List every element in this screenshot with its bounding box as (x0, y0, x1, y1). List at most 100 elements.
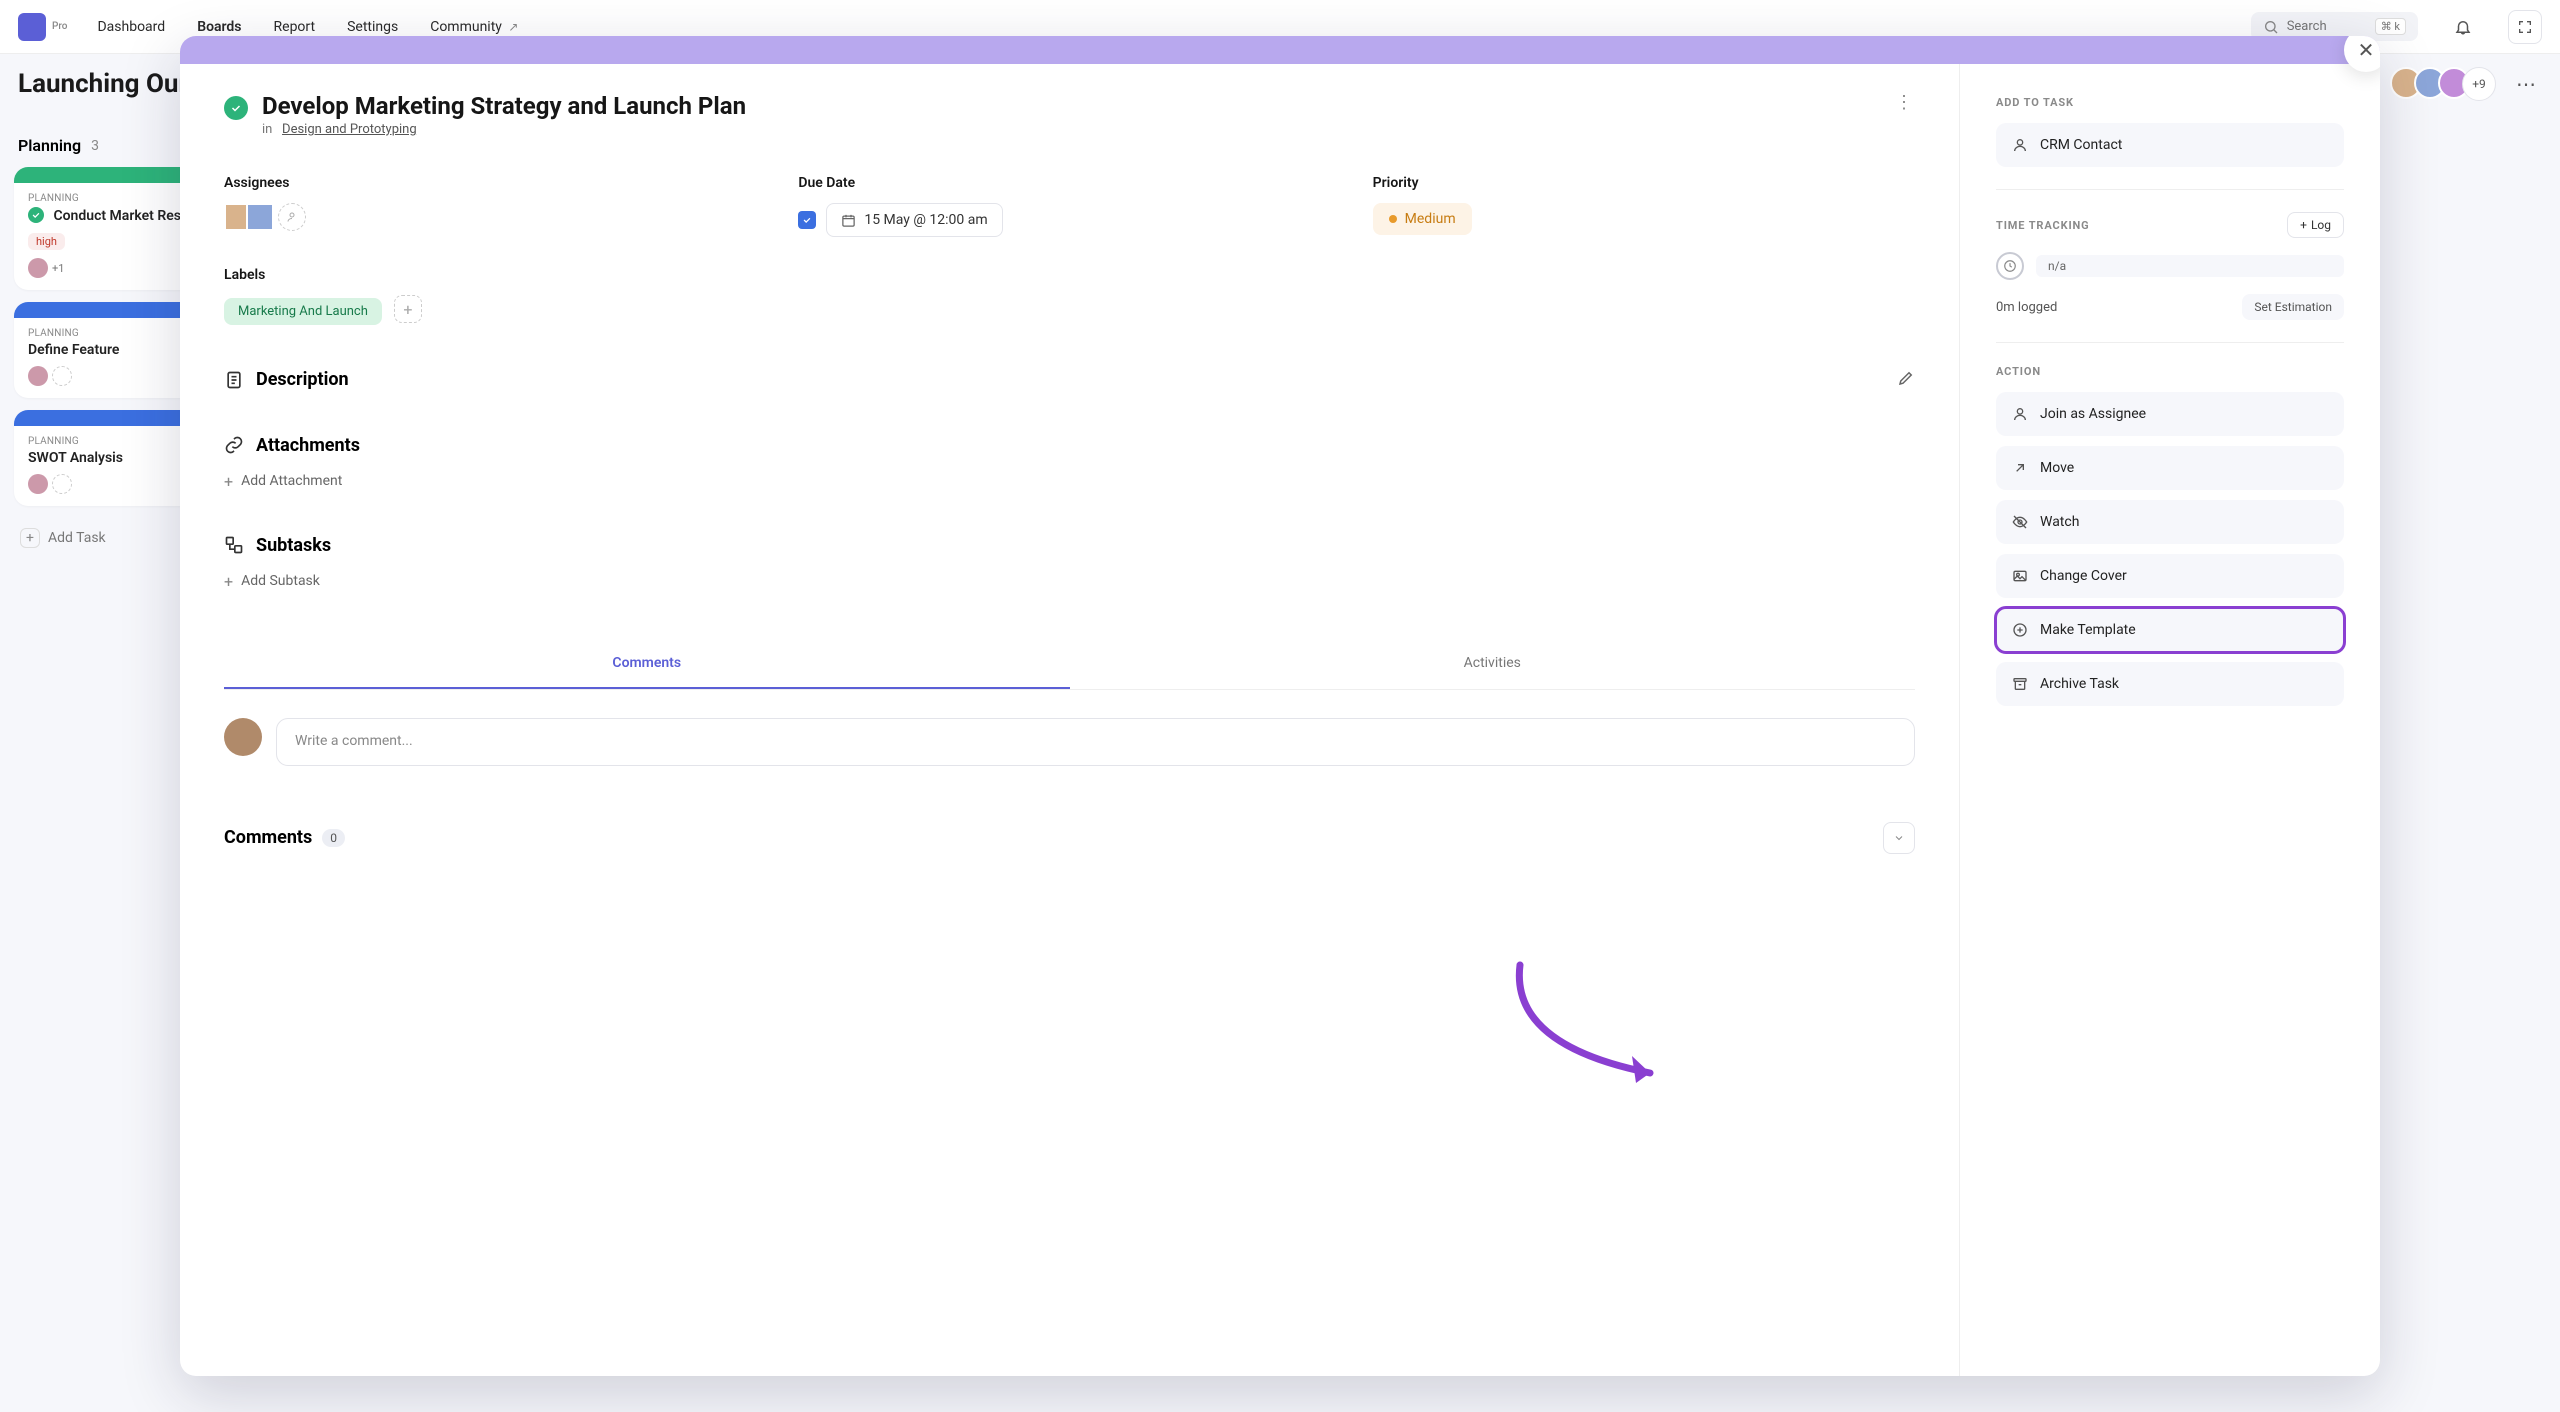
arrow-up-right-icon (2012, 460, 2028, 476)
expand-icon (2517, 19, 2533, 35)
set-estimation-button[interactable]: Set Estimation (2242, 294, 2344, 320)
subtasks-icon (224, 535, 244, 555)
logo-icon (18, 13, 46, 41)
board-more-menu[interactable]: ⋯ (2510, 68, 2542, 100)
user-icon (2012, 137, 2028, 153)
search-icon (2263, 19, 2279, 35)
attachments-section: Attachments + Add Attachment (224, 435, 1915, 491)
nav-community-label: Community (430, 19, 502, 35)
labels-label: Labels (224, 267, 1915, 283)
task-more-menu[interactable]: ⋮ (1895, 92, 1915, 113)
current-user-avatar (224, 718, 262, 756)
plus-icon: + (2300, 218, 2307, 232)
clock-icon (1996, 252, 2024, 280)
avatar (28, 474, 48, 494)
assignees-field: Assignees (224, 175, 766, 237)
document-icon (224, 370, 244, 390)
due-date-field: Due Date 15 May @ 12:00 am (798, 175, 1340, 237)
due-date-picker[interactable]: 15 May @ 12:00 am (826, 203, 1002, 237)
labels-field: Labels Marketing And Launch + (224, 267, 1915, 325)
modal-main-pane: Develop Marketing Strategy and Launch Pl… (180, 64, 1960, 1376)
time-tracked-value: n/a (2036, 255, 2344, 277)
task-title[interactable]: Develop Marketing Strategy and Launch Pl… (262, 92, 746, 120)
avatar (28, 366, 48, 386)
watch-button[interactable]: Watch (1996, 500, 2344, 544)
log-time-button[interactable]: + Log (2287, 212, 2344, 238)
app-logo[interactable]: Pro (18, 13, 67, 41)
add-task-label: Add Task (48, 530, 106, 546)
priority-dot-icon (1389, 215, 1397, 223)
plus-icon: + (20, 528, 40, 548)
task-complete-toggle[interactable] (224, 96, 248, 120)
add-subtask-button[interactable]: + Add Subtask (224, 572, 1915, 591)
notifications-button[interactable] (2446, 10, 2480, 44)
priority-select[interactable]: Medium (1373, 203, 1472, 235)
comments-header: Comments 0 (224, 822, 1915, 854)
edit-description-button[interactable] (1897, 369, 1915, 391)
check-icon (28, 207, 44, 223)
attachments-label: Attachments (256, 435, 360, 456)
add-assignee-icon[interactable] (52, 366, 72, 386)
check-icon (230, 102, 242, 114)
breadcrumb-link[interactable]: Design and Prototyping (282, 122, 417, 137)
due-date-value: 15 May @ 12:00 am (864, 212, 987, 228)
label-chip[interactable]: Marketing And Launch (224, 298, 382, 325)
eye-off-icon (2012, 514, 2028, 530)
description-section: Description (224, 369, 1915, 391)
archive-icon (2012, 676, 2028, 692)
image-icon (2012, 568, 2028, 584)
column-title: Planning (18, 136, 81, 155)
nav-dashboard[interactable]: Dashboard (95, 13, 167, 41)
crm-contact-button[interactable]: CRM Contact (1996, 123, 2344, 167)
breadcrumb: in Design and Prototyping (262, 122, 746, 137)
member-avatars[interactable]: +9 (2390, 67, 2496, 101)
add-attachment-button[interactable]: + Add Attachment (224, 472, 1915, 491)
archive-button[interactable]: Archive Task (1996, 662, 2344, 706)
modal-side-pane: ADD TO TASK CRM Contact TIME TRACKING + … (1960, 64, 2380, 1376)
time-tracking-heading: TIME TRACKING (1996, 219, 2090, 232)
close-icon: ✕ (2358, 38, 2375, 62)
priority-field: Priority Medium (1373, 175, 1915, 237)
comment-composer: Write a comment... (224, 718, 1915, 766)
subtasks-section: Subtasks + Add Subtask (224, 535, 1915, 591)
user-icon (2012, 406, 2028, 422)
member-overflow[interactable]: +9 (2462, 67, 2496, 101)
change-cover-button[interactable]: Change Cover (1996, 554, 2344, 598)
plan-badge: Pro (52, 21, 67, 32)
user-plus-icon (286, 211, 298, 223)
tab-comments[interactable]: Comments (224, 639, 1070, 689)
join-assignee-button[interactable]: Join as Assignee (1996, 392, 2344, 436)
tab-activities[interactable]: Activities (1070, 639, 1916, 689)
subtasks-label: Subtasks (256, 535, 331, 556)
task-detail-modal: ✕ Develop Marketing Strategy and Launch … (180, 36, 2380, 1376)
fullscreen-button[interactable] (2508, 10, 2542, 44)
modal-cover (180, 36, 2380, 64)
link-icon (224, 435, 244, 455)
add-assignee-icon[interactable] (52, 474, 72, 494)
avatar (28, 258, 48, 278)
collapse-comments-button[interactable] (1883, 822, 1915, 854)
move-button[interactable]: Move (1996, 446, 2344, 490)
assignee-overflow: +1 (52, 262, 64, 275)
external-link-icon: ↗ (508, 20, 518, 34)
pencil-icon (1897, 369, 1915, 387)
add-assignee-button[interactable] (278, 203, 306, 231)
time-logged-label: 0m logged (1996, 300, 2057, 315)
plus-icon: + (224, 572, 233, 591)
action-heading: ACTION (1996, 365, 2344, 378)
make-template-button[interactable]: Make Template (1996, 608, 2344, 652)
search-shortcut: ⌘ k (2375, 18, 2406, 35)
plus-circle-icon (2012, 622, 2028, 638)
plus-icon: + (224, 472, 233, 491)
calendar-icon (841, 213, 856, 228)
due-checkbox[interactable] (798, 211, 816, 229)
description-label: Description (256, 369, 349, 390)
add-label-button[interactable]: + (394, 295, 422, 323)
search-input[interactable] (2287, 19, 2367, 34)
comment-input[interactable]: Write a comment... (276, 718, 1915, 766)
due-date-label: Due Date (798, 175, 1340, 191)
detail-tabs: Comments Activities (224, 639, 1915, 690)
column-count: 3 (91, 138, 99, 154)
priority-label: Priority (1373, 175, 1915, 191)
avatar[interactable] (246, 203, 274, 231)
